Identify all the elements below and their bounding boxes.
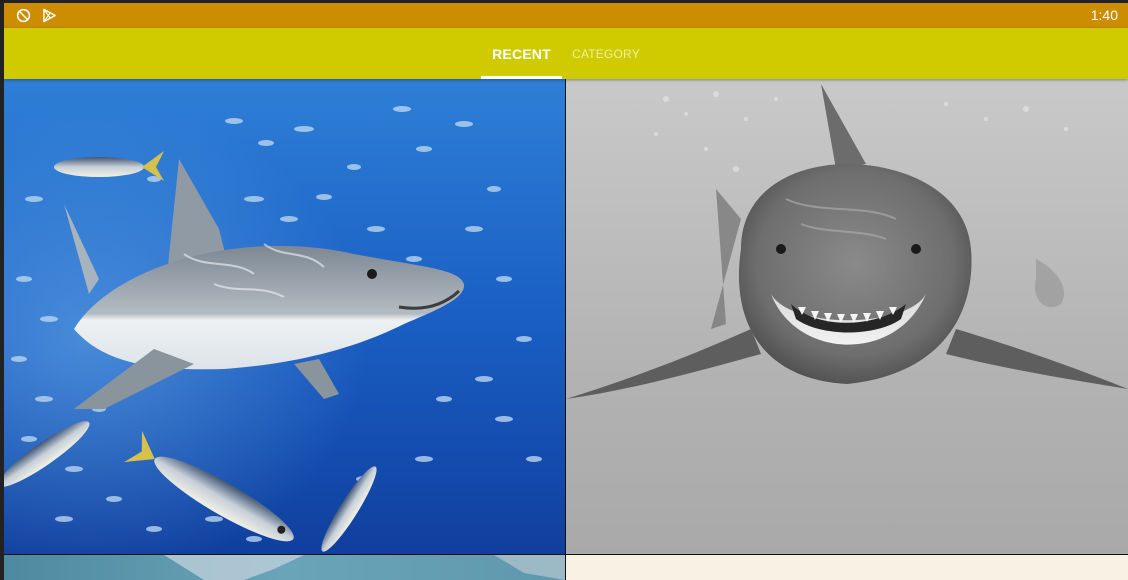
gallery-item-cream[interactable]	[566, 555, 1128, 580]
shark-teal-image	[4, 555, 565, 580]
tab-selected-indicator	[481, 76, 562, 79]
cream-image	[566, 555, 1128, 580]
gallery-item-shark-grayscale[interactable]	[566, 79, 1128, 554]
status-bar: 1:40	[4, 3, 1128, 28]
app-window: 1:40 RECENT CATEGORY	[4, 3, 1128, 580]
tab-category[interactable]: CATEGORY	[568, 28, 644, 79]
shark-blue-image	[4, 79, 565, 554]
sync-disabled-icon	[16, 8, 31, 23]
status-time: 1:40	[1090, 7, 1118, 23]
shark-grayscale-image	[566, 79, 1128, 554]
tab-bar: RECENT CATEGORY	[4, 28, 1128, 79]
gallery-item-shark-blue[interactable]	[4, 79, 565, 554]
play-store-icon	[43, 8, 56, 23]
image-grid	[4, 79, 1128, 580]
tab-recent[interactable]: RECENT	[481, 28, 562, 79]
gallery-item-shark-teal[interactable]	[4, 555, 565, 580]
